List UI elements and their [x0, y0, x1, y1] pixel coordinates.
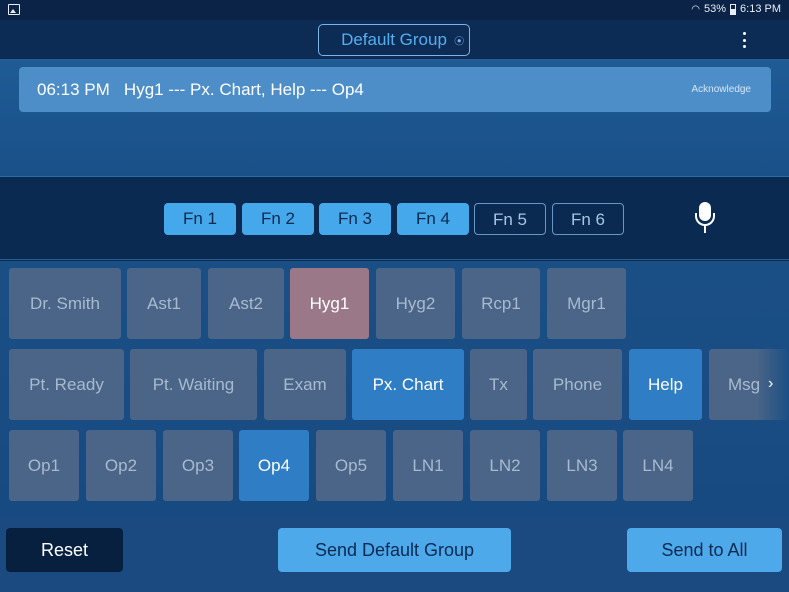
- tile-exam[interactable]: Exam: [264, 349, 346, 420]
- tile-pt-ready[interactable]: Pt. Ready: [9, 349, 124, 420]
- tile-px-chart[interactable]: Px. Chart: [352, 349, 464, 420]
- message-area: 06:13 PM Hyg1 --- Px. Chart, Help --- Op…: [0, 60, 789, 177]
- wifi-icon: ◠: [691, 3, 700, 15]
- tile-hyg2[interactable]: Hyg2: [376, 268, 455, 339]
- tile-ln2[interactable]: LN2: [470, 430, 540, 501]
- message-card[interactable]: 06:13 PM Hyg1 --- Px. Chart, Help --- Op…: [19, 67, 771, 112]
- tile-op2[interactable]: Op2: [86, 430, 156, 501]
- battery-percent: 53%: [704, 3, 727, 15]
- tile-phone[interactable]: Phone: [533, 349, 622, 420]
- tile-rcp1[interactable]: Rcp1: [462, 268, 540, 339]
- top-bar: Default Group ⦿: [0, 20, 789, 60]
- tile-ast1[interactable]: Ast1: [127, 268, 201, 339]
- tile-msg[interactable]: Msg: [709, 349, 789, 420]
- tile-op5[interactable]: Op5: [316, 430, 386, 501]
- tile-pt-waiting[interactable]: Pt. Waiting: [130, 349, 257, 420]
- tile-ln1[interactable]: LN1: [393, 430, 463, 501]
- fn-6-button[interactable]: Fn 6: [552, 203, 624, 235]
- tile-ln3[interactable]: LN3: [547, 430, 617, 501]
- group-selector[interactable]: Default Group ⦿: [318, 24, 470, 56]
- tile-hyg1[interactable]: Hyg1: [290, 268, 369, 339]
- signal-icon: ⦿: [450, 34, 466, 50]
- send-group-button[interactable]: Send Default Group: [278, 528, 511, 572]
- acknowledge-button[interactable]: Acknowledge: [692, 84, 751, 95]
- overflow-menu-icon[interactable]: [737, 30, 751, 50]
- group-name: Default Group: [341, 30, 447, 49]
- fn-1-button[interactable]: Fn 1: [164, 203, 236, 235]
- message-text: 06:13 PM Hyg1 --- Px. Chart, Help --- Op…: [37, 80, 364, 99]
- fn-2-button[interactable]: Fn 2: [242, 203, 314, 235]
- tile-tx[interactable]: Tx: [470, 349, 527, 420]
- tile-ast2[interactable]: Ast2: [208, 268, 284, 339]
- fn-5-button[interactable]: Fn 5: [474, 203, 546, 235]
- battery-icon: [730, 3, 737, 15]
- function-bar: Fn 1 Fn 2 Fn 3 Fn 4 Fn 5 Fn 6: [0, 178, 789, 260]
- tile-op4[interactable]: Op4: [239, 430, 309, 501]
- fn-3-button[interactable]: Fn 3: [319, 203, 391, 235]
- fn-4-button[interactable]: Fn 4: [397, 203, 469, 235]
- send-to-all-button[interactable]: Send to All: [627, 528, 782, 572]
- tile-mgr1[interactable]: Mgr1: [547, 268, 626, 339]
- reset-button[interactable]: Reset: [6, 528, 123, 572]
- status-bar: ◠ 53% 6:13 PM: [0, 0, 789, 20]
- tile-ln4[interactable]: LN4: [623, 430, 693, 501]
- tile-help[interactable]: Help: [629, 349, 702, 420]
- microphone-icon[interactable]: [695, 202, 715, 234]
- tile-op1[interactable]: Op1: [9, 430, 79, 501]
- status-indicators: ◠ 53% 6:13 PM: [691, 3, 781, 15]
- tile-op3[interactable]: Op3: [163, 430, 233, 501]
- status-time: 6:13 PM: [740, 3, 781, 15]
- chevron-right-icon[interactable]: ›: [768, 375, 773, 393]
- bottom-bar: Reset Send Default Group Send to All: [0, 515, 789, 592]
- tile-dr-smith[interactable]: Dr. Smith: [9, 268, 121, 339]
- picture-icon: [8, 4, 20, 15]
